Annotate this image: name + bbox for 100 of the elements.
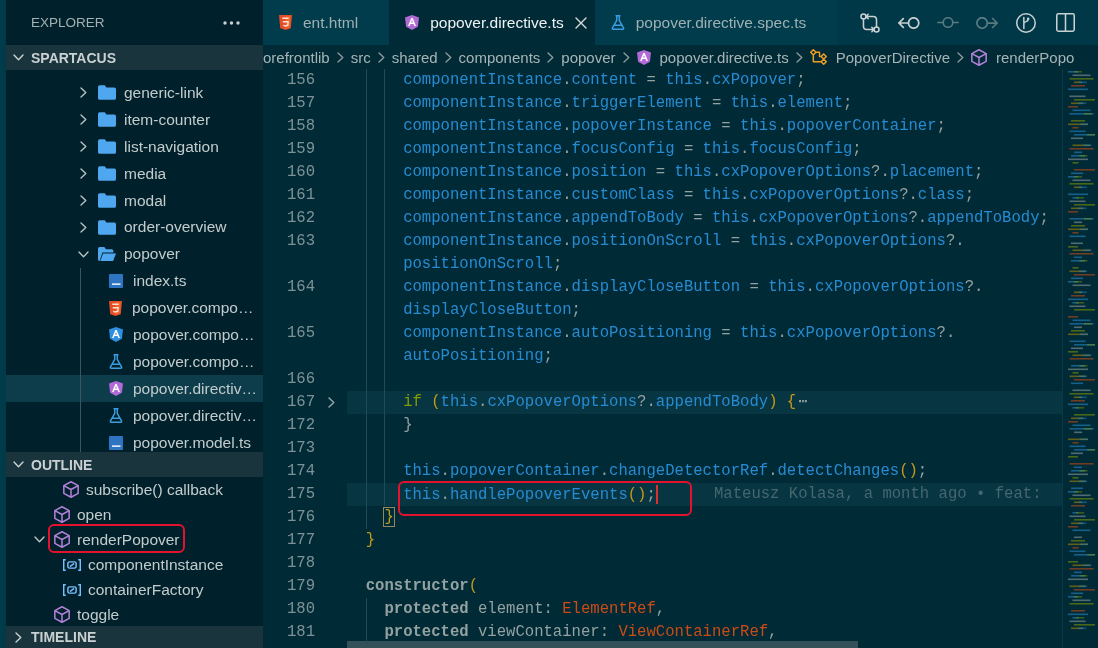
code-line: componentInstance.content = this.cxPopover; [403, 72, 806, 89]
ts-file-icon [109, 274, 123, 289]
line-number: 165 [286, 323, 315, 344]
tree-item[interactable]: modal [6, 187, 263, 214]
line-number: 167 [286, 392, 315, 413]
breadcrumb-item[interactable]: popover.directive.ts [636, 48, 789, 66]
breadcrumb-item[interactable]: src [350, 48, 371, 66]
horizontal-scrollbar[interactable] [347, 641, 858, 648]
code-line: componentInstance.position = this.cxPopoverOptions?.placement; [403, 164, 984, 181]
tree-item[interactable]: popover [6, 240, 263, 268]
line-number: 177 [286, 530, 315, 551]
breadcrumb-item[interactable]: shared [391, 48, 438, 66]
tree-item[interactable]: popover.compo… [6, 294, 263, 322]
line-number: 158 [286, 116, 315, 137]
tree-item[interactable]: item-counter [6, 106, 263, 134]
folder-icon [98, 139, 116, 155]
code-line: componentInstance.focusConfig = this.focusConfig; [403, 141, 862, 158]
breadcrumb-item[interactable]: popover [561, 48, 616, 66]
outline-item[interactable]: toggle [6, 602, 263, 626]
tree-item[interactable]: list-navigation [6, 133, 263, 161]
code-line: displayCloseButton; [403, 302, 581, 319]
chevron-right-icon [795, 51, 803, 63]
split-panel-icon[interactable] [1055, 13, 1075, 32]
variable-icon [63, 583, 81, 596]
breadcrumb-item[interactable]: PopoverDirective [809, 48, 950, 66]
line-number: 163 [286, 231, 315, 252]
sidebar-title: EXPLORER [31, 15, 105, 30]
chevron-right-icon [377, 51, 385, 63]
line-number: 161 [286, 185, 315, 206]
outline-item[interactable]: subscribe() callback [6, 477, 263, 502]
section-header[interactable]: TIMELINE [6, 626, 263, 648]
folder-icon [98, 219, 116, 235]
chevron-right-icon [957, 51, 964, 63]
editor-tab[interactable]: popover.directive.ts [389, 0, 595, 45]
tree-item[interactable]: popover.compo… [6, 348, 263, 376]
code-line: componentInstance.popoverInstance = this.popoverContainer; [403, 118, 946, 135]
compare-arrows-icon[interactable] [860, 12, 880, 33]
arrow-left-circle-icon[interactable] [898, 16, 920, 29]
code-line: } [365, 532, 376, 549]
code-line: } [384, 509, 394, 526]
code-line: componentInstance.displayCloseButton = this.cxPopoverOptions?. [403, 279, 984, 296]
tree-item[interactable]: popover.model.ts [6, 429, 263, 452]
code-line: positionOnScroll; [403, 256, 563, 273]
folder-icon [98, 193, 116, 208]
code-line: componentInstance.autoPositioning = this.cxPopoverOptions?. [403, 325, 956, 342]
line-number: 176 [286, 507, 315, 528]
outline-item[interactable]: renderPopover [6, 527, 263, 552]
cube-icon [63, 481, 79, 498]
html-file-icon [109, 300, 122, 316]
line-number: 180 [286, 599, 315, 620]
folder-icon [98, 112, 116, 128]
tree-item[interactable]: generic-link [6, 79, 263, 107]
line-number: 166 [286, 369, 315, 390]
line-number: 156 [286, 70, 315, 91]
cube-icon [971, 48, 987, 66]
ts-file-icon [109, 435, 123, 450]
breadcrumb-item[interactable]: renderPopo [971, 48, 1075, 66]
close-icon[interactable] [574, 16, 587, 29]
line-number: 174 [286, 461, 315, 482]
chevron-right-icon [444, 51, 452, 63]
section-header[interactable]: OUTLINE [6, 452, 263, 477]
more-icon[interactable] [223, 20, 240, 25]
outline-item[interactable]: containerFactory [6, 577, 263, 602]
code-line: componentInstance.triggerElement = this.element; [403, 95, 853, 112]
breadcrumb-item[interactable]: components [458, 48, 541, 66]
line-number: 162 [286, 208, 315, 229]
section-header[interactable]: SPARTACUS [6, 45, 263, 70]
code-line: protected element: ElementRef, [384, 601, 666, 618]
code-line: if (this.cxPopoverOptions?.appendToBody) {⋯ [403, 394, 808, 411]
chevron-right-icon [336, 51, 344, 63]
line-number: 172 [286, 415, 315, 436]
line-number: 175 [286, 484, 315, 505]
tree-item[interactable]: media [6, 160, 263, 188]
code-line: protected viewContainer: ViewContainerRef, [384, 624, 778, 641]
folder-icon [98, 247, 116, 262]
line-number: 179 [286, 576, 315, 597]
branch-circle-icon[interactable] [1016, 12, 1036, 33]
class-icon [809, 49, 827, 65]
line-number: 159 [286, 139, 315, 160]
outline-item[interactable]: componentInstance [6, 552, 263, 577]
folder-icon [98, 166, 116, 182]
line-number: 181 [286, 622, 315, 643]
folder-icon [98, 85, 116, 101]
breadcrumb-item[interactable]: orefrontlib [263, 48, 330, 66]
cube-icon [54, 506, 70, 523]
chevron-right-icon[interactable] [327, 397, 335, 408]
outline-item[interactable]: open [6, 502, 263, 527]
chevron-right-icon [622, 51, 630, 63]
editor-tab[interactable]: popover.directive.spec.ts [594, 0, 838, 45]
tree-item[interactable]: order-overview [6, 213, 263, 241]
tree-item[interactable]: index.ts [6, 267, 263, 295]
angular-file-icon [109, 327, 123, 343]
line-number: 164 [286, 277, 315, 298]
tree-item[interactable]: popover.directiv… [6, 375, 263, 403]
cube-icon [54, 531, 70, 548]
html-file-icon [279, 15, 292, 30]
editor-tab[interactable]: ent.html [263, 0, 390, 45]
tree-item[interactable]: popover.compo… [6, 321, 263, 349]
tree-item[interactable]: popover.directiv… [6, 402, 263, 430]
flask-icon [610, 15, 625, 30]
